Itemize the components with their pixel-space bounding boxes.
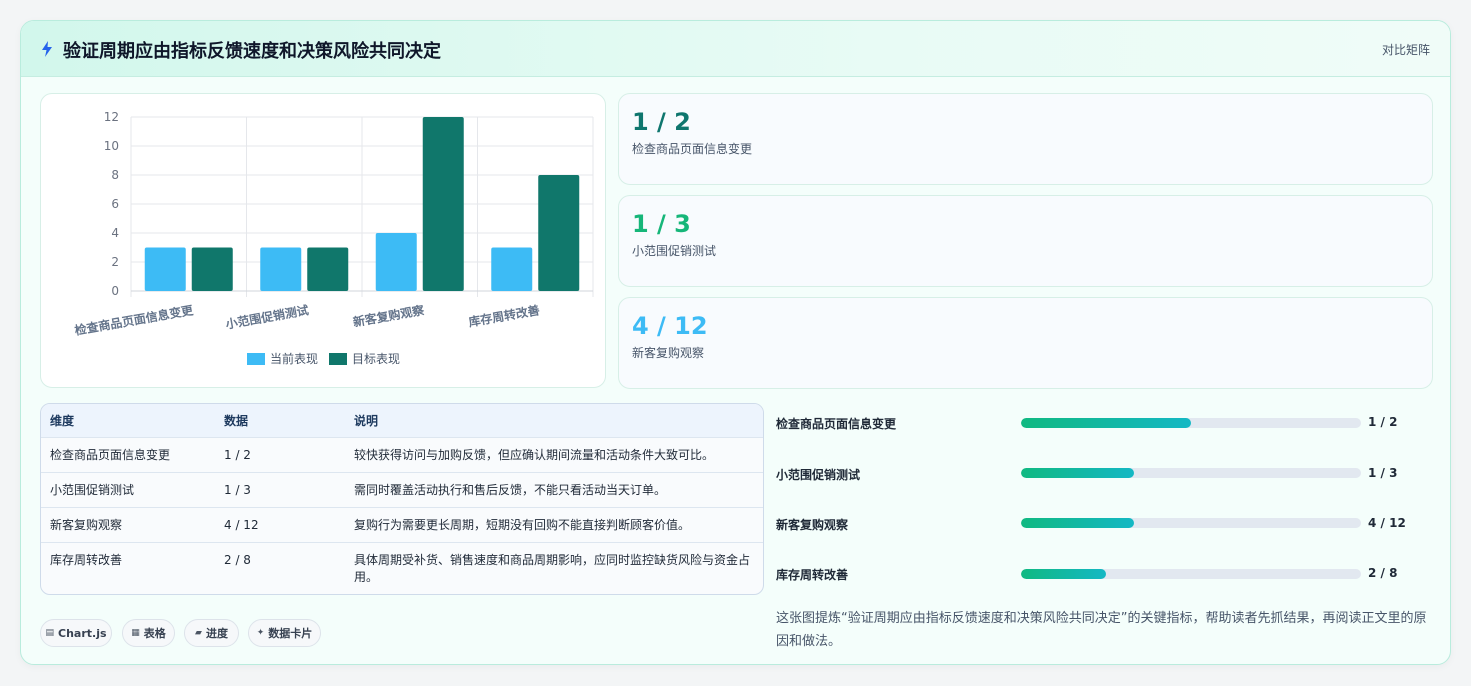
y-tick-label: 4 bbox=[111, 226, 119, 240]
table-cell: 复购行为需要更长周期，短期没有回购不能直接判断顾客价值。 bbox=[354, 518, 691, 532]
chip-progress[interactable]: ▰ 进度 bbox=[184, 619, 239, 647]
stat-label: 新客复购观察 bbox=[632, 346, 705, 360]
progress-track bbox=[1021, 468, 1361, 478]
progress-fill bbox=[1021, 518, 1135, 528]
x-tick-label: 检查商品页面信息变更 bbox=[73, 302, 195, 338]
bar-current bbox=[260, 247, 302, 291]
stat-label: 小范围促销测试 bbox=[632, 244, 717, 258]
stat-label: 检查商品页面信息变更 bbox=[632, 142, 753, 156]
chip-data-card[interactable]: ✦ 数据卡片 bbox=[248, 619, 321, 647]
progress-fill bbox=[1021, 468, 1135, 478]
x-tick-label: 小范围促销测试 bbox=[224, 302, 309, 331]
sparkle-icon: ✦ bbox=[256, 628, 265, 638]
table-row: 新客复购观察 4 / 12 复购行为需要更长周期，短期没有回购不能直接判断顾客价… bbox=[41, 508, 763, 543]
progress-label: 新客复购观察 bbox=[776, 518, 849, 532]
progress-fill bbox=[1021, 418, 1191, 428]
table-row: 库存周转改善 2 / 8 具体周期受补货、销售速度和商品周期影响，应同时监控缺货… bbox=[41, 543, 763, 594]
stat-card-1: 1 / 2 检查商品页面信息变更 bbox=[618, 93, 1433, 185]
bar-chart-panel: 0 2 4 6 8 10 12 检查商品页面信息变更 小范围促销测试 新客复购观察 库存周转改善当前… bbox=[40, 93, 606, 388]
chip-label: 表格 bbox=[143, 627, 166, 640]
progress-value: 4 / 12 bbox=[1368, 516, 1406, 530]
chip-table[interactable]: ▦ 表格 bbox=[122, 619, 175, 647]
stat-value: 1 / 3 bbox=[632, 210, 691, 238]
progress-value: 1 / 2 bbox=[1368, 415, 1398, 429]
page-title: 验证周期应由指标反馈速度和决策风险共同决定 bbox=[63, 41, 441, 62]
bar-target bbox=[307, 247, 349, 291]
view-tag[interactable]: 对比矩阵 bbox=[1382, 41, 1430, 58]
chip-label: Chart.js bbox=[58, 626, 107, 640]
legend-swatch bbox=[329, 353, 347, 365]
y-tick-label: 8 bbox=[111, 168, 119, 182]
progress-label: 库存周转改善 bbox=[776, 568, 849, 582]
table-cell: 具体周期受补货、销售速度和商品周期影响，应同时监控缺货风险与资金占用。 bbox=[354, 553, 751, 584]
progress-label: 小范围促销测试 bbox=[776, 468, 861, 482]
table-cell: 4 / 12 bbox=[224, 518, 259, 532]
bar-target bbox=[422, 117, 464, 291]
column-header: 维度 bbox=[50, 414, 75, 428]
progress-label: 检查商品页面信息变更 bbox=[776, 417, 897, 431]
table-cell: 较快获得访问与加购反馈，但应确认期间流量和活动条件大致可比。 bbox=[354, 448, 715, 462]
progress-track bbox=[1021, 418, 1361, 428]
summary-text: 这张图提炼“验证周期应由指标反馈速度和决策风险共同决定”的关键指标，帮助读者先抓… bbox=[776, 611, 1427, 649]
bar-target bbox=[191, 247, 233, 291]
table-cell: 小范围促销测试 bbox=[50, 483, 135, 497]
bar-current bbox=[491, 247, 533, 291]
table-cell: 需同时覆盖活动执行和售后反馈，不能只看活动当天订单。 bbox=[354, 483, 667, 497]
chart-icon: ▤ bbox=[45, 628, 54, 638]
table-cell: 新客复购观察 bbox=[50, 518, 123, 532]
table-header-row: 维度 数据 说明 bbox=[41, 404, 763, 438]
y-tick-label: 12 bbox=[104, 110, 119, 124]
main-card: 验证周期应由指标反馈速度和决策风险共同决定 对比矩阵 0 2 4 6 8 10 12 检查商品… bbox=[20, 20, 1451, 665]
table-cell: 1 / 3 bbox=[224, 483, 251, 497]
stat-value: 1 / 2 bbox=[632, 108, 691, 136]
y-tick-label: 0 bbox=[111, 284, 119, 298]
x-tick-label: 库存周转改善 bbox=[467, 302, 541, 329]
progress-value: 2 / 8 bbox=[1368, 566, 1398, 580]
chip-label: 数据卡片 bbox=[268, 627, 313, 640]
table-icon: ▦ bbox=[131, 628, 140, 638]
column-header: 数据 bbox=[224, 414, 249, 428]
table-row: 小范围促销测试 1 / 3 需同时覆盖活动执行和售后反馈，不能只看活动当天订单。 bbox=[41, 473, 763, 508]
bar-current bbox=[144, 247, 186, 291]
column-header: 说明 bbox=[354, 414, 379, 428]
x-tick-label: 新客复购观察 bbox=[352, 302, 426, 329]
y-tick-label: 10 bbox=[104, 139, 119, 153]
lightning-icon bbox=[42, 41, 52, 57]
legend-label: 目标表现 bbox=[352, 352, 400, 366]
progress-track bbox=[1021, 518, 1361, 528]
bar-chart: 0 2 4 6 8 10 12 检查商品页面信息变更 小范围促销测试 新客复购观察 库存周转改善当前… bbox=[73, 110, 594, 366]
bar-target bbox=[538, 175, 580, 291]
stat-value: 4 / 12 bbox=[632, 312, 708, 340]
folder-icon: ▰ bbox=[195, 628, 202, 638]
table-row: 检查商品页面信息变更 1 / 2 较快获得访问与加购反馈，但应确认期间流量和活动… bbox=[41, 438, 763, 473]
y-tick-label: 6 bbox=[111, 197, 119, 211]
table-cell: 2 / 8 bbox=[224, 553, 251, 567]
comparison-table: 维度 数据 说明 检查商品页面信息变更 1 / 2 较快获得访问与加购反馈，但应… bbox=[40, 403, 764, 595]
legend-label: 当前表现 bbox=[270, 351, 318, 366]
y-tick-label: 2 bbox=[111, 255, 119, 269]
stat-card-2: 1 / 3 小范围促销测试 bbox=[618, 195, 1433, 287]
stat-card-3: 4 / 12 新客复购观察 bbox=[618, 297, 1433, 389]
legend-swatch bbox=[247, 353, 265, 365]
progress-track bbox=[1021, 569, 1361, 579]
bar-current bbox=[375, 233, 417, 291]
table-cell: 库存周转改善 bbox=[50, 553, 123, 567]
table-cell: 1 / 2 bbox=[224, 448, 251, 462]
chip-chartjs[interactable]: ▤ Chart.js bbox=[40, 619, 112, 647]
card-header: 验证周期应由指标反馈速度和决策风险共同决定 对比矩阵 bbox=[21, 21, 1450, 77]
progress-value: 1 / 3 bbox=[1368, 466, 1398, 480]
progress-fill bbox=[1021, 569, 1106, 579]
chip-label: 进度 bbox=[205, 627, 228, 640]
table-cell: 检查商品页面信息变更 bbox=[50, 448, 171, 462]
